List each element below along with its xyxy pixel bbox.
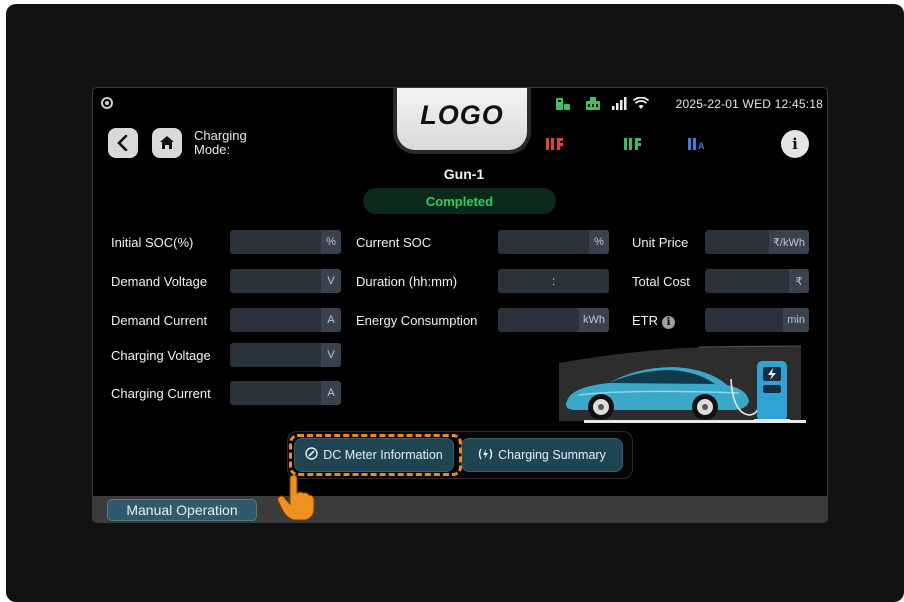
unit-price-unit: ₹/kWh [768,230,809,254]
charging-voltage-unit: V [321,343,341,367]
energy-consumption-field: kWh [498,308,609,332]
demand-current-field: A [230,308,341,332]
unit-price-label: Unit Price [632,235,689,250]
total-cost-unit: ₹ [789,269,809,293]
ev-charging-illustration [549,343,811,438]
energy-consumption-unit: kWh [579,308,609,332]
initial-soc-label: Initial SOC(%) [111,235,194,250]
demand-current-label: Demand Current [111,313,208,328]
pointer-hand-icon [277,475,315,521]
demand-voltage-field: V [230,269,341,293]
info-button[interactable]: i [781,130,809,158]
current-soc-label: Current SOC [356,235,432,250]
manual-operation-button[interactable]: Manual Operation [107,499,257,521]
back-button[interactable] [108,128,138,158]
charging-voltage-label: Charging Voltage [111,348,211,363]
signal-bars-icon [611,97,627,112]
connector-3-icon[interactable]: A [687,136,707,155]
etr-info-icon[interactable]: i [662,316,675,329]
duration-label: Duration (hh:mm) [356,274,458,289]
home-button[interactable] [152,128,182,158]
charging-voltage-field: V [230,343,341,367]
charging-mode-label: Charging Mode: [194,128,247,157]
network-icon [585,97,601,112]
camera-icon [101,97,113,109]
etr-field: min [705,308,809,332]
chevron-left-icon [117,135,128,151]
duration-field: : [498,269,609,293]
energy-consumption-label: Energy Consumption [356,313,478,328]
demand-current-unit: A [321,308,341,332]
total-cost-field: ₹ [705,269,809,293]
wifi-icon [632,96,650,112]
connector-2-icon[interactable] [623,136,643,155]
duration-value: : [551,274,556,288]
demand-voltage-label: Demand Voltage [111,274,208,289]
total-cost-label: Total Cost [632,274,690,289]
current-soc-field: % [498,230,609,254]
charging-summary-icon [478,448,493,463]
datetime-display: 2025-22-01 WED 12:45:18 [675,97,823,111]
charging-current-unit: A [321,381,341,405]
info-icon: i [792,135,798,153]
charging-current-field: A [230,381,341,405]
etr-label: ETR i [632,313,675,329]
demand-voltage-unit: V [321,269,341,293]
logo-tab: LOGO [393,88,531,154]
etr-unit: min [783,308,809,332]
focus-highlight [289,434,462,476]
logo: LOGO [420,100,504,130]
status-badge: Completed [363,188,556,214]
charger-screen: 2025-22-01 WED 12:45:18 LOGO Charging Mo… [92,87,828,523]
gun-label: Gun-1 [443,166,485,182]
current-soc-unit: % [589,230,609,254]
unit-price-field: ₹/kWh [705,230,809,254]
initial-soc-unit: % [321,230,341,254]
svg-text:A: A [698,141,705,151]
tab-charging-summary[interactable]: Charging Summary [461,438,623,472]
connector-1-icon[interactable] [545,136,565,155]
charging-station-icon [555,97,571,113]
initial-soc-field: % [230,230,341,254]
home-icon [160,136,174,149]
charging-current-label: Charging Current [111,386,211,401]
